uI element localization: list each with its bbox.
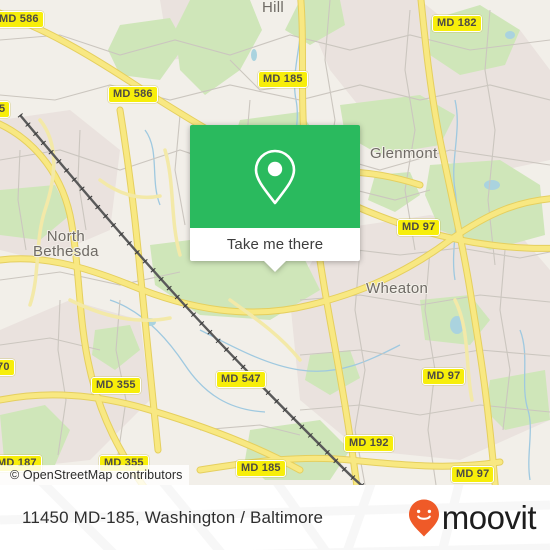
osm-attribution[interactable]: © OpenStreetMap contributors: [0, 465, 189, 485]
moovit-pin-icon: [408, 499, 439, 536]
popup-pointer: [264, 261, 286, 272]
shield-md-185-top[interactable]: MD 185: [258, 71, 308, 88]
shield-md-586[interactable]: MD 586: [108, 86, 158, 103]
map-pin-icon: [254, 149, 296, 204]
footer-content: 11450 MD-185, Washington / Baltimore moo…: [0, 485, 550, 550]
shield-i-270[interactable]: 70: [0, 359, 15, 376]
footer-bar: 11450 MD-185, Washington / Baltimore moo…: [0, 485, 550, 550]
moovit-wordmark: moovit: [441, 499, 537, 536]
shield-md-355[interactable]: MD 355: [91, 377, 141, 394]
location-popup-card[interactable]: Take me there: [190, 125, 360, 272]
moovit-logo[interactable]: moovit: [407, 498, 537, 538]
shield-md-97-top[interactable]: MD 97: [397, 219, 441, 236]
screenshot-root: Hill Glenmont North Bethesda Wheaton MD …: [0, 0, 550, 550]
shield-md-192[interactable]: MD 192: [344, 435, 394, 452]
shield-md-97-bot[interactable]: MD 97: [451, 466, 495, 483]
shield-md-355-edge[interactable]: 5: [0, 101, 11, 118]
shield-md-97-mid[interactable]: MD 97: [422, 368, 466, 385]
map-canvas[interactable]: Hill Glenmont North Bethesda Wheaton MD …: [0, 0, 550, 485]
address-label: 11450 MD-185, Washington / Baltimore: [22, 507, 324, 527]
shield-md-547[interactable]: MD 547: [216, 371, 266, 388]
take-me-there-label: Take me there: [226, 236, 324, 253]
shield-md-182[interactable]: MD 182: [432, 15, 482, 32]
shield-md-586-edge[interactable]: MD 586: [0, 11, 44, 28]
popup-icon-area: [190, 125, 360, 228]
popup-action-area[interactable]: Take me there: [190, 228, 360, 261]
shield-md-185-bot[interactable]: MD 185: [236, 460, 286, 477]
